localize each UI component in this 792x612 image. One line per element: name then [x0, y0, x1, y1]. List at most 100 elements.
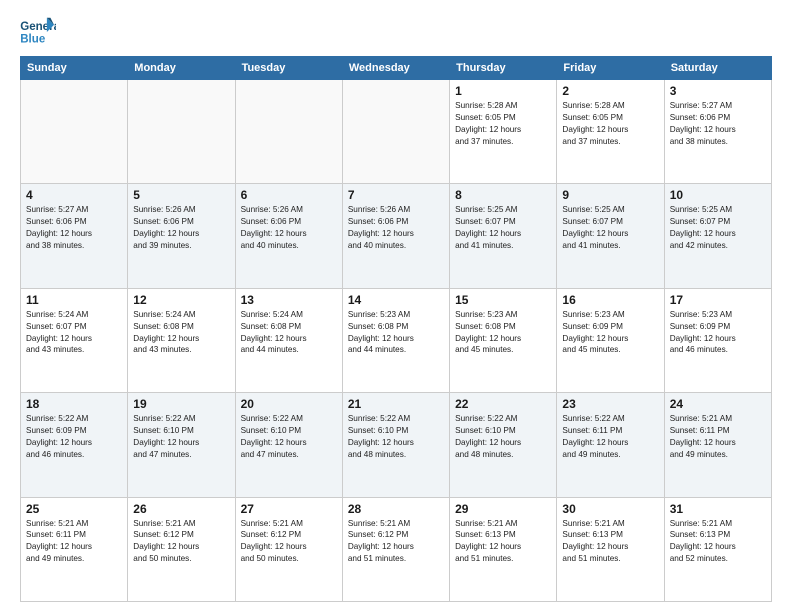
day-info: Sunrise: 5:24 AM Sunset: 6:07 PM Dayligh…: [26, 309, 122, 357]
day-number: 11: [26, 293, 122, 307]
calendar-header-monday: Monday: [128, 57, 235, 80]
calendar-cell: 19 Sunrise: 5:22 AM Sunset: 6:10 PM Dayli…: [128, 393, 235, 497]
day-info: Sunrise: 5:21 AM Sunset: 6:13 PM Dayligh…: [455, 518, 551, 566]
day-number: 28: [348, 502, 444, 516]
day-number: 17: [670, 293, 766, 307]
day-number: 27: [241, 502, 337, 516]
calendar-cell: 14Sunrise: 5:23 AM Sunset: 6:08 PM Dayli…: [342, 288, 449, 392]
calendar-cell: 3 Sunrise: 5:27 AM Sunset: 6:06 PM Daylig…: [664, 80, 771, 184]
day-info: Sunrise: 5:22 AM Sunset: 6:10 PM Dayligh…: [241, 413, 337, 461]
calendar-cell: 30Sunrise: 5:21 AM Sunset: 6:13 PM Dayli…: [557, 497, 664, 601]
day-info: Sunrise: 5:21 AM Sunset: 6:11 PM Dayligh…: [26, 518, 122, 566]
calendar-cell: 25 Sunrise: 5:21 AM Sunset: 6:11 PM Dayli…: [21, 497, 128, 601]
logo: General Blue: [20, 16, 56, 48]
calendar-cell: [128, 80, 235, 184]
calendar-cell: 13 Sunrise: 5:24 AM Sunset: 6:08 PM Dayli…: [235, 288, 342, 392]
calendar-cell: 27 Sunrise: 5:21 AM Sunset: 6:12 PM Dayli…: [235, 497, 342, 601]
calendar-cell: 20 Sunrise: 5:22 AM Sunset: 6:10 PM Dayli…: [235, 393, 342, 497]
calendar-cell: 22 Sunrise: 5:22 AM Sunset: 6:10 PM Dayli…: [450, 393, 557, 497]
day-number: 20: [241, 397, 337, 411]
calendar-cell: 11 Sunrise: 5:24 AM Sunset: 6:07 PM Dayli…: [21, 288, 128, 392]
calendar-cell: 21Sunrise: 5:22 AM Sunset: 6:10 PM Dayli…: [342, 393, 449, 497]
calendar-header-tuesday: Tuesday: [235, 57, 342, 80]
logo-icon: General Blue: [20, 16, 56, 48]
day-number: 25: [26, 502, 122, 516]
day-number: 13: [241, 293, 337, 307]
calendar-header-row: SundayMondayTuesdayWednesdayThursdayFrid…: [21, 57, 772, 80]
day-info: Sunrise: 5:22 AM Sunset: 6:10 PM Dayligh…: [348, 413, 444, 461]
day-info: Sunrise: 5:22 AM Sunset: 6:11 PM Dayligh…: [562, 413, 658, 461]
day-info: Sunrise: 5:21 AM Sunset: 6:13 PM Dayligh…: [670, 518, 766, 566]
day-info: Sunrise: 5:21 AM Sunset: 6:12 PM Dayligh…: [348, 518, 444, 566]
day-number: 6: [241, 188, 337, 202]
calendar-cell: 26 Sunrise: 5:21 AM Sunset: 6:12 PM Dayli…: [128, 497, 235, 601]
calendar-cell: 31 Sunrise: 5:21 AM Sunset: 6:13 PM Dayli…: [664, 497, 771, 601]
calendar-cell: [235, 80, 342, 184]
day-info: Sunrise: 5:22 AM Sunset: 6:10 PM Dayligh…: [455, 413, 551, 461]
calendar-cell: 24Sunrise: 5:21 AM Sunset: 6:11 PM Dayli…: [664, 393, 771, 497]
calendar-cell: 1Sunrise: 5:28 AM Sunset: 6:05 PM Daylig…: [450, 80, 557, 184]
calendar-cell: [21, 80, 128, 184]
calendar-cell: 23 Sunrise: 5:22 AM Sunset: 6:11 PM Dayli…: [557, 393, 664, 497]
calendar-cell: 18Sunrise: 5:22 AM Sunset: 6:09 PM Dayli…: [21, 393, 128, 497]
day-number: 7: [348, 188, 444, 202]
day-number: 15: [455, 293, 551, 307]
day-number: 19: [133, 397, 229, 411]
page: General Blue SundayMondayTuesdayWednesda…: [0, 0, 792, 612]
calendar-cell: 29 Sunrise: 5:21 AM Sunset: 6:13 PM Dayli…: [450, 497, 557, 601]
calendar-cell: 2Sunrise: 5:28 AM Sunset: 6:05 PM Daylig…: [557, 80, 664, 184]
calendar-header-sunday: Sunday: [21, 57, 128, 80]
day-info: Sunrise: 5:21 AM Sunset: 6:13 PM Dayligh…: [562, 518, 658, 566]
calendar-cell: 17 Sunrise: 5:23 AM Sunset: 6:09 PM Dayli…: [664, 288, 771, 392]
day-info: Sunrise: 5:23 AM Sunset: 6:09 PM Dayligh…: [670, 309, 766, 357]
calendar-header-wednesday: Wednesday: [342, 57, 449, 80]
day-number: 18: [26, 397, 122, 411]
day-info: Sunrise: 5:25 AM Sunset: 6:07 PM Dayligh…: [455, 204, 551, 252]
day-number: 29: [455, 502, 551, 516]
calendar-header-friday: Friday: [557, 57, 664, 80]
day-number: 16: [562, 293, 658, 307]
calendar-cell: 5Sunrise: 5:26 AM Sunset: 6:06 PM Daylig…: [128, 184, 235, 288]
day-number: 26: [133, 502, 229, 516]
day-info: Sunrise: 5:27 AM Sunset: 6:06 PM Dayligh…: [670, 100, 766, 148]
day-number: 3: [670, 84, 766, 98]
day-number: 24: [670, 397, 766, 411]
day-info: Sunrise: 5:21 AM Sunset: 6:12 PM Dayligh…: [133, 518, 229, 566]
calendar-week-row: 25 Sunrise: 5:21 AM Sunset: 6:11 PM Dayli…: [21, 497, 772, 601]
calendar-week-row: 11 Sunrise: 5:24 AM Sunset: 6:07 PM Dayli…: [21, 288, 772, 392]
calendar-week-row: 1Sunrise: 5:28 AM Sunset: 6:05 PM Daylig…: [21, 80, 772, 184]
day-number: 4: [26, 188, 122, 202]
day-info: Sunrise: 5:28 AM Sunset: 6:05 PM Dayligh…: [455, 100, 551, 148]
day-number: 12: [133, 293, 229, 307]
calendar-cell: 4 Sunrise: 5:27 AM Sunset: 6:06 PM Daylig…: [21, 184, 128, 288]
day-info: Sunrise: 5:23 AM Sunset: 6:09 PM Dayligh…: [562, 309, 658, 357]
day-number: 31: [670, 502, 766, 516]
day-number: 9: [562, 188, 658, 202]
day-info: Sunrise: 5:24 AM Sunset: 6:08 PM Dayligh…: [241, 309, 337, 357]
day-info: Sunrise: 5:25 AM Sunset: 6:07 PM Dayligh…: [562, 204, 658, 252]
calendar-cell: [342, 80, 449, 184]
day-number: 14: [348, 293, 444, 307]
day-info: Sunrise: 5:26 AM Sunset: 6:06 PM Dayligh…: [241, 204, 337, 252]
calendar-cell: 12 Sunrise: 5:24 AM Sunset: 6:08 PM Dayli…: [128, 288, 235, 392]
calendar-header-thursday: Thursday: [450, 57, 557, 80]
header: General Blue: [20, 16, 772, 48]
day-number: 22: [455, 397, 551, 411]
calendar-cell: 10 Sunrise: 5:25 AM Sunset: 6:07 PM Dayli…: [664, 184, 771, 288]
day-info: Sunrise: 5:25 AM Sunset: 6:07 PM Dayligh…: [670, 204, 766, 252]
day-info: Sunrise: 5:28 AM Sunset: 6:05 PM Dayligh…: [562, 100, 658, 148]
calendar-cell: 28 Sunrise: 5:21 AM Sunset: 6:12 PM Dayli…: [342, 497, 449, 601]
day-info: Sunrise: 5:26 AM Sunset: 6:06 PM Dayligh…: [133, 204, 229, 252]
day-info: Sunrise: 5:22 AM Sunset: 6:10 PM Dayligh…: [133, 413, 229, 461]
day-info: Sunrise: 5:23 AM Sunset: 6:08 PM Dayligh…: [455, 309, 551, 357]
calendar-cell: 15 Sunrise: 5:23 AM Sunset: 6:08 PM Dayli…: [450, 288, 557, 392]
day-info: Sunrise: 5:27 AM Sunset: 6:06 PM Dayligh…: [26, 204, 122, 252]
calendar-week-row: 4 Sunrise: 5:27 AM Sunset: 6:06 PM Daylig…: [21, 184, 772, 288]
calendar-cell: 16 Sunrise: 5:23 AM Sunset: 6:09 PM Dayli…: [557, 288, 664, 392]
day-number: 10: [670, 188, 766, 202]
calendar-cell: 7Sunrise: 5:26 AM Sunset: 6:06 PM Daylig…: [342, 184, 449, 288]
calendar-header-saturday: Saturday: [664, 57, 771, 80]
day-number: 23: [562, 397, 658, 411]
day-info: Sunrise: 5:24 AM Sunset: 6:08 PM Dayligh…: [133, 309, 229, 357]
day-info: Sunrise: 5:21 AM Sunset: 6:12 PM Dayligh…: [241, 518, 337, 566]
